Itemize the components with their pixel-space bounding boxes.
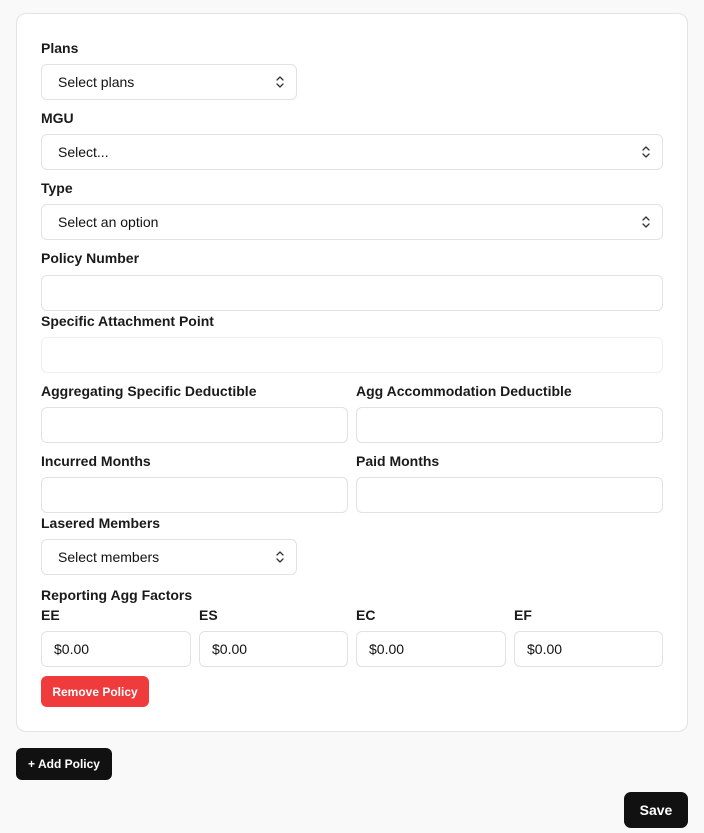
- ee-value: $0.00: [54, 641, 90, 657]
- chevron-up-down-icon: [276, 76, 284, 88]
- paid-months-label: Paid Months: [356, 453, 440, 469]
- add-policy-button[interactable]: + Add Policy: [16, 748, 112, 780]
- lasered-members-select[interactable]: Select members: [41, 539, 297, 575]
- policy-number-input[interactable]: [41, 275, 663, 311]
- lasered-members-select-value: Select members: [58, 549, 160, 565]
- ef-label: EF: [514, 607, 532, 623]
- ee-label: EE: [41, 607, 60, 623]
- remove-policy-button[interactable]: Remove Policy: [41, 676, 149, 707]
- es-label: ES: [199, 607, 218, 623]
- aggregating-specific-deductible-input[interactable]: [41, 407, 348, 443]
- incurred-months-label: Incurred Months: [41, 453, 151, 469]
- lasered-members-label: Lasered Members: [41, 515, 161, 531]
- mgu-label: MGU: [41, 110, 74, 126]
- chevron-up-down-icon: [642, 146, 650, 158]
- type-label: Type: [41, 180, 73, 196]
- paid-months-input[interactable]: [356, 477, 663, 513]
- ec-input[interactable]: $0.00: [356, 631, 506, 667]
- es-input[interactable]: $0.00: [199, 631, 348, 667]
- type-select-value: Select an option: [58, 214, 159, 230]
- incurred-months-input[interactable]: [41, 477, 348, 513]
- reporting-agg-factors-label: Reporting Agg Factors: [41, 587, 193, 603]
- es-value: $0.00: [212, 641, 248, 657]
- ef-value: $0.00: [527, 641, 563, 657]
- mgu-select-value: Select...: [58, 144, 109, 160]
- ee-input[interactable]: $0.00: [41, 631, 191, 667]
- ec-label: EC: [356, 607, 376, 623]
- plans-select-value: Select plans: [58, 74, 135, 90]
- specific-attachment-point-input[interactable]: [41, 337, 663, 373]
- save-button[interactable]: Save: [624, 792, 688, 828]
- plans-select[interactable]: Select plans: [41, 64, 297, 100]
- chevron-up-down-icon: [276, 551, 284, 563]
- mgu-select[interactable]: Select...: [41, 134, 663, 170]
- policy-number-label: Policy Number: [41, 250, 140, 266]
- type-select[interactable]: Select an option: [41, 204, 663, 240]
- plans-label: Plans: [41, 40, 79, 56]
- agg-accommodation-deductible-input[interactable]: [356, 407, 663, 443]
- aggregating-specific-deductible-label: Aggregating Specific Deductible: [41, 383, 257, 399]
- agg-accommodation-deductible-label: Agg Accommodation Deductible: [356, 383, 572, 399]
- ef-input[interactable]: $0.00: [514, 631, 663, 667]
- ec-value: $0.00: [369, 641, 405, 657]
- specific-attachment-point-label: Specific Attachment Point: [41, 313, 214, 329]
- chevron-up-down-icon: [642, 216, 650, 228]
